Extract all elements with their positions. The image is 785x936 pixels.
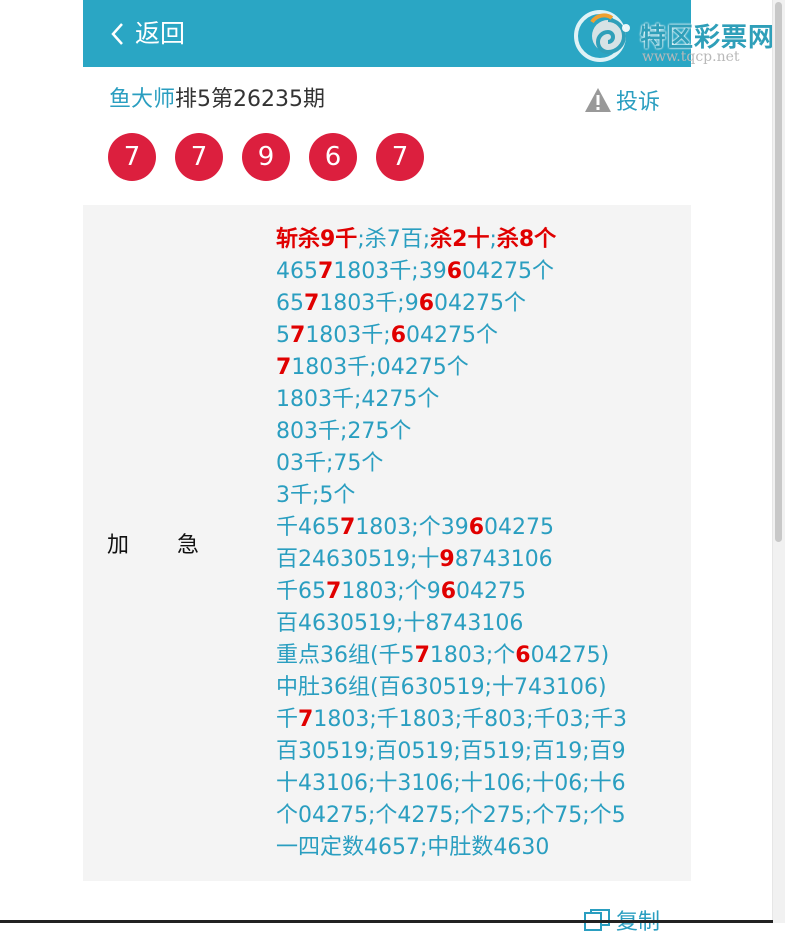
highlight-digit: 7 [340,515,356,540]
prediction-text: 1803千; [305,323,391,348]
site-logo: 特区彩票网 www.tqcp.net [570,5,780,67]
highlight-digit: 7 [290,323,306,348]
prediction-text: 1803;个 [429,643,516,668]
prediction-text: 一四定数4657;中肚数4630 [276,835,550,860]
highlight-digit: 9 [439,547,455,572]
prediction-text: 千 [276,707,299,732]
highlight-digit: 6 [446,259,463,284]
number-ball: 6 [309,133,357,181]
prediction-line: 十43106;十3106;十106;十06;十6 [276,768,627,800]
number-ball: 7 [108,133,156,181]
highlight-digit: 杀8个 [496,227,557,252]
complain-label: 投诉 [616,90,661,115]
prediction-line: 03千;75个 [276,448,627,480]
logo-url: www.tqcp.net [642,49,740,65]
prediction-text: 03千;75个 [276,451,384,476]
prediction-text: ;杀7百; [357,227,431,252]
highlight-digit: 7 [298,707,314,732]
highlight-digit: 6 [468,515,485,540]
prediction-text: 04275) [530,643,610,668]
highlight-digit: 7 [414,643,430,668]
warning-icon [585,88,611,112]
highlight-digit: 7 [326,579,342,604]
page-title: 鱼大师排5第26235期 [109,84,325,116]
back-button[interactable]: 返回 [109,18,185,50]
prediction-text: 1803千;39 [333,259,447,284]
prediction-text: 04275个 [462,259,555,284]
prediction-text: 465 [276,259,318,284]
highlight-digit: 6 [418,291,435,316]
prediction-line: 71803千;04275个 [276,352,627,384]
prediction-text: 803千;275个 [276,419,412,444]
prediction-text: 1803千;9 [319,291,419,316]
highlight-digit: 6 [440,579,457,604]
prediction-text: 个04275;个4275;个275;个75;个5 [276,803,626,828]
prediction-text: ; [489,227,497,252]
prediction-text: 中肚36组(百630519;十743106) [276,675,607,700]
prediction-text: 1803千;4275个 [276,387,440,412]
prediction-text: 百4630519;十8743106 [276,611,524,636]
swirl-logo-icon [574,10,630,62]
prediction-text: 千65 [276,579,326,604]
highlight-digit: 7 [276,355,292,380]
highlight-digit: 杀2十 [430,227,490,252]
highlight-digit: 7 [318,259,334,284]
vertical-scrollbar[interactable] [772,0,785,923]
prediction-text: 十43106;十3106;十106;十06;十6 [276,771,626,796]
prediction-text: 8743106 [454,547,553,572]
prediction-text: 千465 [276,515,340,540]
prediction-text: 3千;5个 [276,483,356,508]
prediction-text: 重点36组(千5 [276,643,415,668]
prediction-line: 千46571803;个39604275 [276,512,627,544]
complain-button[interactable]: 投诉 [584,84,660,116]
prediction-line: 百24630519;十98743106 [276,544,627,576]
prediction-text: 04275个 [406,323,499,348]
chevron-left-icon [111,23,123,45]
prediction-text: 百24630519;十 [276,547,440,572]
prediction-line: 百4630519;十8743106 [276,608,627,640]
prediction-text: 04275 [484,515,555,540]
prediction-panel: 加急 斩杀9千;杀7百;杀2十;杀8个 46571803千;39604275个 65… [83,205,691,881]
prediction-text: 1803;个39 [355,515,469,540]
number-ball: 7 [376,133,424,181]
prediction-line: 中肚36组(百630519;十743106) [276,672,627,704]
prediction-text: 1803;个9 [341,579,441,604]
prediction-line: 百30519;百0519;百519;百19;百9 [276,736,627,768]
prediction-line: 1803千;4275个 [276,384,627,416]
prediction-line: 571803千;604275个 [276,320,627,352]
prediction-line: 6571803千;9604275个 [276,288,627,320]
highlight-digit: 6 [515,643,531,668]
prediction-line: 803千;275个 [276,416,627,448]
prediction-text: 1803千;04275个 [291,355,469,380]
prediction-line: 千71803;千1803;千803;千03;千3 [276,704,627,736]
prediction-line: 千6571803;个9604275 [276,576,627,608]
winning-numbers: 7 7 9 6 7 [108,133,424,181]
issue-label: 排5第26235期 [175,87,325,112]
prediction-text: 百30519;百0519;百519;百19;百9 [276,739,626,764]
prediction-text: 1803;千1803;千803;千03;千3 [313,707,627,732]
prediction-text: 04275 [456,579,527,604]
prediction-line: 个04275;个4275;个275;个75;个5 [276,800,627,832]
prediction-line: 斩杀9千;杀7百;杀2十;杀8个 [276,224,627,256]
prediction-line: 3千;5个 [276,480,627,512]
prediction-line: 重点36组(千571803;个604275) [276,640,627,672]
number-ball: 9 [242,133,290,181]
number-ball: 7 [175,133,223,181]
prediction-line: 一四定数4657;中肚数4630 [276,832,627,864]
prediction-lines: 斩杀9千;杀7百;杀2十;杀8个 46571803千;39604275个 65718… [276,224,627,864]
prediction-line: 46571803千;39604275个 [276,256,627,288]
back-label: 返回 [135,19,186,48]
category-label: 加急 [107,533,248,558]
highlight-digit: 6 [390,323,407,348]
highlight-digit: 斩杀9千 [276,227,358,252]
prediction-text: 04275个 [434,291,527,316]
scrollbar-thumb[interactable] [775,2,782,542]
prediction-text: 65 [276,291,304,316]
highlight-digit: 7 [304,291,320,316]
master-name-link[interactable]: 鱼大师 [109,87,175,112]
prediction-text: 5 [276,323,290,348]
